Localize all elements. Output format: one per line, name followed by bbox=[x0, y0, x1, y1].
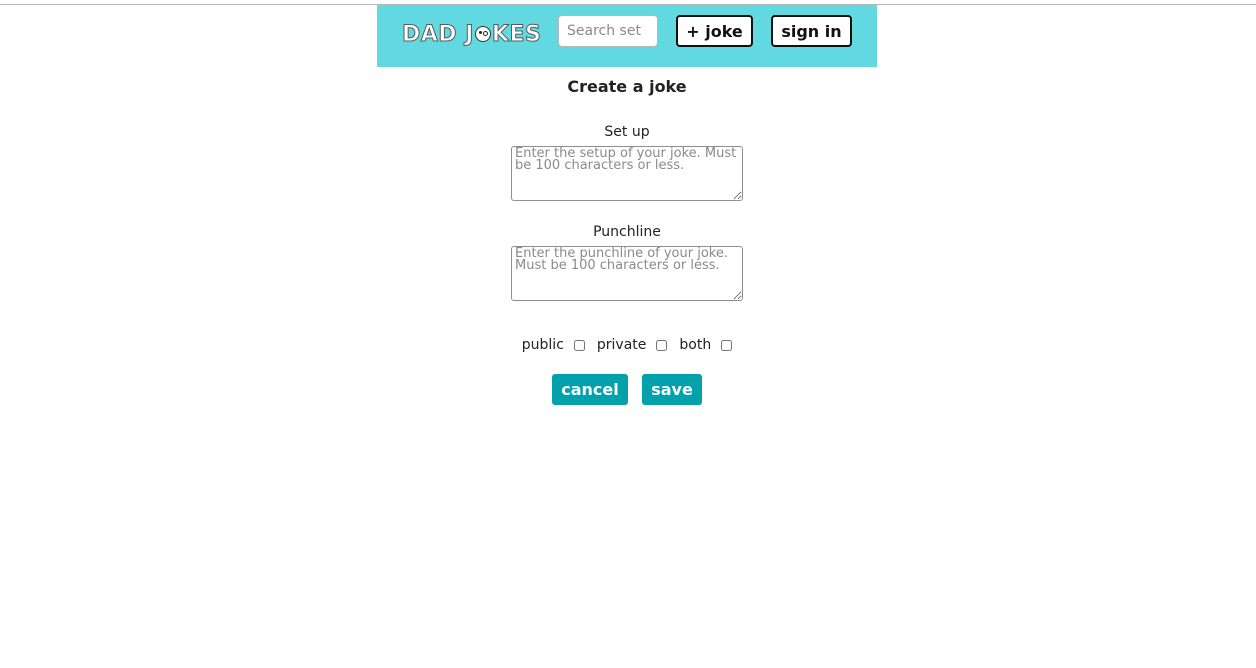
private-checkbox[interactable] bbox=[656, 339, 668, 351]
search-input[interactable] bbox=[558, 15, 658, 47]
navbar: DAD J KES + joke sign in bbox=[377, 5, 877, 67]
cancel-button[interactable]: cancel bbox=[552, 374, 628, 405]
public-label: public bbox=[521, 337, 564, 353]
winking-face-icon bbox=[474, 26, 491, 42]
logo-text-right: KES bbox=[491, 21, 542, 47]
private-label: private bbox=[596, 337, 647, 353]
visibility-options: public private both bbox=[377, 335, 877, 355]
sign-in-button[interactable]: sign in bbox=[771, 15, 852, 47]
add-joke-button[interactable]: + joke bbox=[676, 15, 753, 47]
save-button[interactable]: save bbox=[642, 374, 702, 405]
public-checkbox[interactable] bbox=[573, 339, 585, 351]
both-checkbox[interactable] bbox=[721, 339, 733, 351]
punchline-field[interactable] bbox=[511, 246, 743, 301]
logo[interactable]: DAD J KES bbox=[402, 19, 542, 49]
page-title: Create a joke bbox=[567, 77, 687, 96]
setup-field[interactable] bbox=[511, 146, 743, 201]
setup-label: Set up bbox=[604, 124, 650, 140]
logo-text-left: DAD J bbox=[402, 21, 474, 47]
both-label: both bbox=[679, 337, 712, 353]
punchline-label: Punchline bbox=[593, 224, 661, 240]
